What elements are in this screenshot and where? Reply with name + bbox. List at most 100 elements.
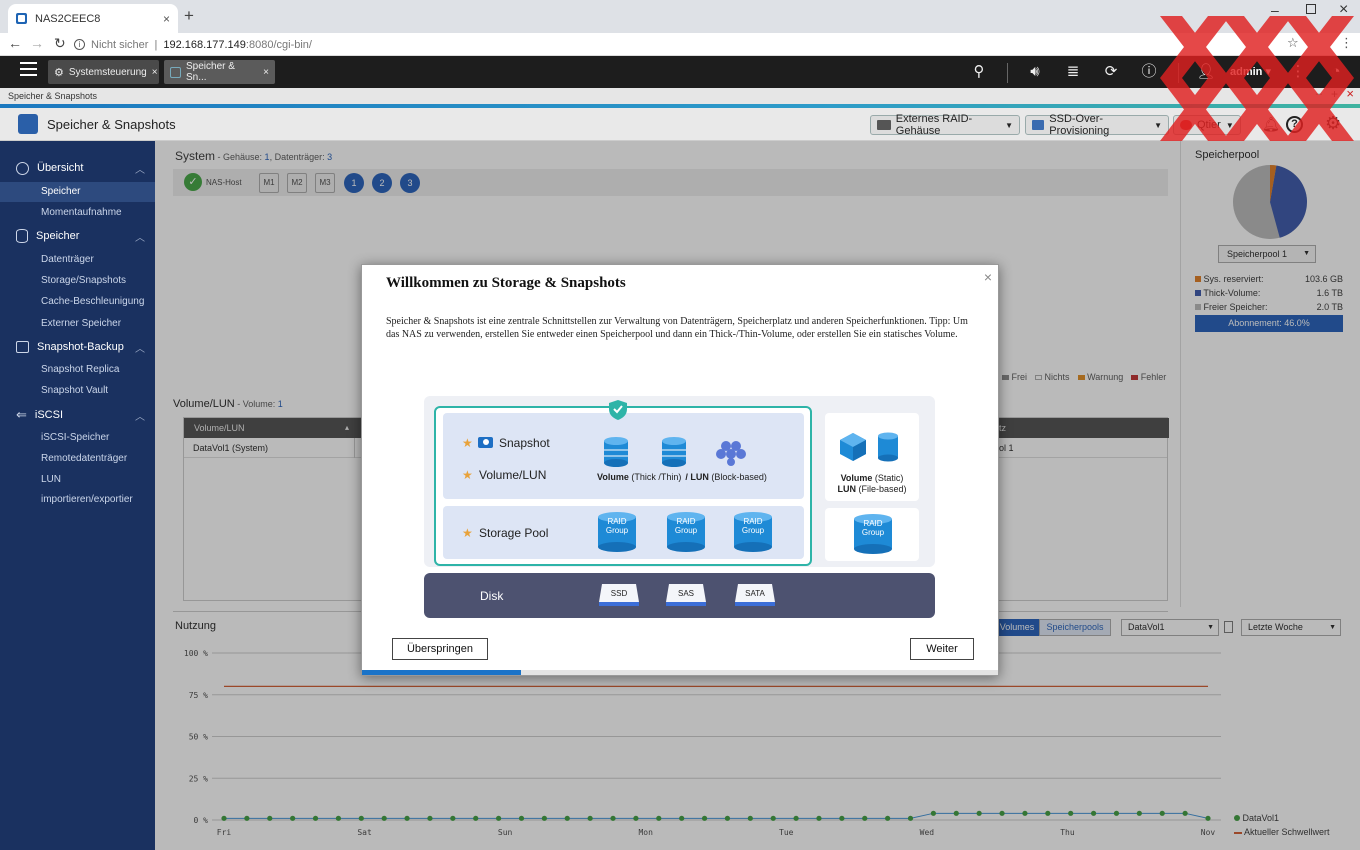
- gauge-icon: [16, 161, 29, 175]
- sidebar-section-snapshot-backup[interactable]: Snapshot-Backup ︿: [0, 336, 155, 358]
- app-close-icon[interactable]: ×: [1346, 86, 1354, 101]
- file-lun-bold: LUN: [837, 484, 856, 494]
- more-options-icon[interactable]: ⋮: [1288, 62, 1308, 82]
- chevron-down-icon: ▼: [1225, 120, 1234, 130]
- sidebar-section-label: Snapshot-Backup: [37, 341, 124, 353]
- sidebar-item-snapshot-vault[interactable]: Snapshot Vault: [0, 381, 155, 401]
- back-icon[interactable]: ←: [8, 35, 22, 51]
- address-separator: |: [154, 38, 158, 51]
- info-icon[interactable]: i: [74, 39, 85, 50]
- chevron-up-icon: ︿: [135, 344, 145, 355]
- toolbar-divider: [1178, 63, 1179, 83]
- user-name: admin: [1230, 66, 1263, 78]
- bell-icon[interactable]: 🔔︎: [1262, 116, 1280, 133]
- taskbar-tab-close-icon[interactable]: ×: [263, 67, 269, 78]
- raid-line2: Group: [862, 528, 885, 537]
- qtier-button[interactable]: Qtier ▼: [1173, 115, 1241, 135]
- browser-tab-title: NAS2CEEC8: [35, 12, 101, 25]
- browser-tab[interactable]: NAS2CEEC8 ×: [8, 4, 178, 33]
- iscsi-arrow-icon: ⇐: [16, 407, 27, 422]
- maximize-window-icon[interactable]: [1306, 4, 1316, 14]
- raid-line2: Group: [606, 526, 629, 535]
- storage-app-logo-icon: [18, 114, 38, 134]
- search-icon[interactable]: ⚲: [969, 62, 989, 82]
- ssd-disk-icon: SSD: [599, 584, 639, 606]
- storage-pool-label: Storage Pool: [479, 526, 548, 540]
- bookmark-star-icon[interactable]: ☆: [1287, 35, 1299, 51]
- chevron-up-icon: ︿: [135, 412, 145, 423]
- sidebar-item-snapshot-replica[interactable]: Snapshot Replica: [0, 360, 155, 380]
- dashboard-icon[interactable]: ◔: [1326, 62, 1346, 82]
- user-menu[interactable]: admin ▾: [1230, 65, 1271, 78]
- sidebar-item-cache[interactable]: Cache-Beschleunigung: [0, 292, 155, 312]
- url-path: :8080/cgi-bin/: [245, 38, 312, 51]
- minimize-window-icon[interactable]: ‒: [1271, 2, 1279, 18]
- address-bar[interactable]: i Nicht sicher | 192.168.177.149:8080/cg…: [74, 34, 1294, 55]
- next-button[interactable]: Weiter: [910, 638, 974, 660]
- taskbar-tab-close-icon[interactable]: ×: [152, 67, 158, 78]
- user-avatar-icon[interactable]: 👤︎: [1196, 62, 1216, 82]
- raid-group-icon: RAID Group: [734, 512, 772, 552]
- volume-thin: (Thick /Thin): [629, 472, 682, 482]
- sync-icon[interactable]: ⟳: [1101, 62, 1121, 82]
- close-window-icon[interactable]: ×: [1339, 1, 1348, 19]
- app-header: Speicher & Snapshots Externes RAID-Gehäu…: [0, 108, 1360, 141]
- sidebar-section-overview[interactable]: Übersicht ︿: [0, 157, 155, 179]
- app-minimize-icon[interactable]: –: [1316, 88, 1322, 100]
- raid-enclosure-icon: [877, 120, 891, 130]
- nas-favicon-icon: [16, 13, 27, 24]
- volume-lun-label: Volume/LUN: [479, 468, 546, 482]
- static-volume-caption: Volume (Static): [841, 473, 904, 483]
- sas-disk-icon: SAS: [666, 584, 706, 606]
- sidebar-item-lun-import[interactable]: LUN importieren/exportier: [0, 470, 155, 505]
- sidebar-item-speicher[interactable]: Speicher: [0, 182, 155, 202]
- sidebar-item-momentaufnahme[interactable]: Momentaufnahme: [0, 203, 155, 223]
- raid-line1: RAID: [743, 517, 762, 526]
- tab-close-icon[interactable]: ×: [163, 12, 170, 26]
- skip-button[interactable]: Überspringen: [392, 638, 488, 660]
- file-lun-cylinder-icon: [878, 432, 898, 462]
- sidebar-section-iscsi[interactable]: ⇐ iSCSI ︿: [0, 404, 155, 426]
- star-icon: ★: [462, 468, 473, 482]
- main-menu-icon[interactable]: [20, 62, 37, 76]
- disk-type-label: SSD: [611, 589, 628, 598]
- ssd-overprovisioning-button[interactable]: SSD-Over-Provisioning ▼: [1025, 113, 1169, 137]
- app-maximize-icon[interactable]: +: [1331, 87, 1338, 101]
- raid-line2: Group: [742, 526, 765, 535]
- sidebar: Übersicht ︿ Speicher Momentaufnahme Spei…: [0, 141, 155, 850]
- taskbar-tab-systemsteuerung[interactable]: ⚙ Systemsteuerung ×: [48, 60, 159, 84]
- volume-cylinder-icon: [604, 437, 628, 467]
- sidebar-section-label: Übersicht: [37, 162, 84, 174]
- reload-icon[interactable]: ↻: [54, 35, 66, 52]
- info-circle-icon[interactable]: ⓘ: [1139, 62, 1159, 82]
- raid-line1: RAID: [863, 519, 882, 528]
- storage-architecture-diagram: ★ Snapshot ★ Volume/LUN Volume (Thick /T…: [424, 396, 935, 618]
- sidebar-item-remote-disk[interactable]: Remotedatenträger: [0, 449, 155, 469]
- database-icon: [16, 229, 28, 243]
- new-tab-button[interactable]: +: [184, 6, 194, 26]
- sidebar-item-datentraeger[interactable]: Datenträger: [0, 250, 155, 270]
- tasks-icon[interactable]: ≣: [1063, 62, 1083, 82]
- chevron-up-icon: ︿: [135, 165, 145, 176]
- snapshot-label: Snapshot: [499, 436, 550, 450]
- sidebar-section-storage[interactable]: Speicher ︿: [0, 225, 155, 247]
- help-icon[interactable]: ?: [1286, 116, 1303, 133]
- taskbar-tab-storage[interactable]: Speicher & Sn... ×: [164, 60, 275, 84]
- wizard-progress-track: [362, 670, 998, 675]
- sidebar-item-external-storage[interactable]: Externer Speicher: [0, 314, 155, 334]
- qtier-label: Qtier: [1197, 119, 1221, 131]
- browser-menu-icon[interactable]: ⋮: [1340, 35, 1353, 51]
- settings-gear-icon[interactable]: ⚙: [1325, 113, 1341, 134]
- disk-type-label: SAS: [678, 589, 694, 598]
- sidebar-item-iscsi-storage[interactable]: iSCSI-Speicher: [0, 428, 155, 448]
- forward-icon[interactable]: →: [30, 35, 44, 51]
- volume-icon[interactable]: 🔊︎: [1025, 62, 1045, 82]
- qtier-icon: [1180, 120, 1192, 130]
- ssd-overprovisioning-label: SSD-Over-Provisioning: [1049, 113, 1110, 137]
- external-raid-button[interactable]: Externes RAID-Gehäuse ▼: [870, 113, 1020, 137]
- dialog-close-icon[interactable]: ×: [984, 269, 992, 285]
- volume-bold: Volume: [597, 472, 629, 482]
- sidebar-section-label: Speicher: [36, 230, 80, 242]
- taskbar-tab-label: Systemsteuerung: [68, 66, 147, 78]
- sidebar-item-storage-snapshots[interactable]: Storage/Snapshots: [0, 271, 155, 291]
